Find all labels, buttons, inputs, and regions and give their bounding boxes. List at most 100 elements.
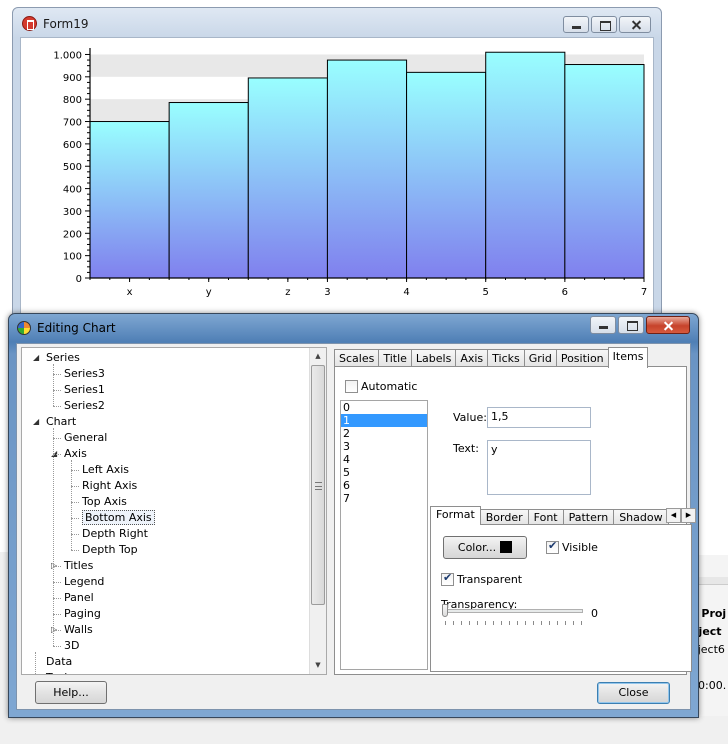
automatic-checkbox[interactable]	[345, 380, 358, 393]
tree-connector	[71, 550, 79, 551]
tree-item-tools[interactable]: Tools	[46, 670, 73, 674]
tree-item-left-axis[interactable]: Left Axis	[82, 462, 129, 478]
tree-connector	[53, 428, 54, 646]
tab-labels[interactable]: Labels	[410, 349, 457, 367]
tree-connector	[53, 646, 61, 647]
tree-item-label: Walls	[64, 623, 93, 636]
y-tick-label: 0	[76, 274, 82, 285]
chart-editor-icon	[17, 321, 31, 335]
list-item[interactable]: 6	[341, 479, 427, 492]
scroll-up-arrow-icon[interactable]: ▲	[310, 348, 326, 365]
tree-connector	[71, 502, 79, 503]
bar-x	[89, 121, 170, 279]
item-format-tabs: Format Border Font Pattern Shadow	[430, 506, 669, 525]
tree-item-data[interactable]: Data	[46, 654, 72, 670]
bar-3	[326, 59, 408, 279]
tab-border[interactable]: Border	[479, 509, 529, 525]
tab-position[interactable]: Position	[555, 349, 609, 367]
tree-scrollbar[interactable]: ▲ ▼	[309, 348, 326, 674]
tree-connector	[71, 486, 79, 487]
chart-area[interactable]: 0 100 200 300 400 500 600 700 800 900 1.000 x y z 3 4 5…	[20, 37, 654, 320]
tab-format[interactable]: Format	[430, 506, 481, 525]
list-item[interactable]: 7	[341, 492, 427, 505]
list-item[interactable]: 5	[341, 466, 427, 479]
tree-item-label: Series2	[64, 399, 105, 412]
value-input[interactable]: 1,5	[487, 407, 591, 428]
tree-item-titles[interactable]: Titles	[64, 558, 93, 574]
list-item[interactable]: 1	[341, 414, 427, 427]
x-tick-label: 6	[562, 287, 568, 298]
list-item[interactable]: 0	[341, 401, 427, 414]
form19-title: Form19	[43, 17, 89, 31]
collapse-triangle-icon[interactable]: ◢	[33, 414, 41, 430]
tree-item-label: Right Axis	[82, 479, 138, 492]
tree-connector	[53, 390, 61, 391]
tree-item-paging[interactable]: Paging	[64, 606, 101, 622]
minimize-button[interactable]	[563, 16, 589, 33]
list-item[interactable]: 3	[341, 440, 427, 453]
dialog-minimize-button[interactable]	[590, 316, 616, 334]
tree-connector	[53, 364, 54, 406]
tree-item-3d[interactable]: 3D	[64, 638, 79, 654]
tree-item-label: Titles	[64, 559, 94, 572]
tree-item-series1[interactable]: Series1	[64, 382, 105, 398]
tab-scroll-left-icon[interactable]: ◀	[666, 508, 681, 523]
tree-item-bottom-axis[interactable]: Bottom Axis	[82, 510, 155, 526]
chart-tree[interactable]: ▲ ▼ Series ◢ Series3 Series1 Series2 Chart ◢ Ge…	[21, 347, 327, 675]
maximize-button[interactable]	[591, 16, 617, 33]
tree-item-label: Legend	[64, 575, 105, 588]
list-item[interactable]: 4	[341, 453, 427, 466]
tab-items[interactable]: Items	[607, 347, 649, 368]
tree-item-series3[interactable]: Series3	[64, 366, 105, 382]
dialog-close-x-button[interactable]	[646, 316, 690, 334]
tree-item-general[interactable]: General	[64, 430, 107, 446]
tab-scales[interactable]: Scales	[334, 349, 380, 367]
items-list[interactable]: 01234567	[340, 400, 428, 670]
tab-scroll-right-icon[interactable]: ▶	[681, 508, 696, 523]
tab-grid[interactable]: Grid	[523, 349, 557, 367]
tree-item-series[interactable]: Series	[46, 350, 80, 366]
transparency-slider[interactable]	[431, 541, 631, 641]
tree-item-series2[interactable]: Series2	[64, 398, 105, 414]
tree-item-label: Depth Top	[82, 543, 138, 556]
tree-item-right-axis[interactable]: Right Axis	[82, 478, 137, 494]
automatic-label: Automatic	[361, 380, 418, 393]
y-tick-label: 400	[63, 185, 82, 196]
bar-z	[247, 77, 328, 279]
tree-connector	[53, 406, 61, 407]
tab-font[interactable]: Font	[527, 509, 564, 525]
list-item[interactable]: 2	[341, 427, 427, 440]
dialog-maximize-button[interactable]	[618, 316, 644, 334]
help-button[interactable]: Help...	[35, 681, 107, 704]
text-input[interactable]: y	[487, 440, 591, 495]
tree-item-chart[interactable]: Chart	[46, 414, 76, 430]
bar-6	[564, 64, 645, 279]
tree-item-panel[interactable]: Panel	[64, 590, 94, 606]
tree-item-depth-top[interactable]: Depth Top	[82, 542, 138, 558]
tree-item-walls[interactable]: Walls	[64, 622, 93, 638]
collapse-triangle-icon[interactable]: ◢	[33, 350, 41, 366]
tree-item-legend[interactable]: Legend	[64, 574, 104, 590]
close-window-button[interactable]	[619, 16, 651, 33]
tree-item-axis[interactable]: Axis	[64, 446, 87, 462]
scroll-thumb[interactable]	[311, 365, 325, 605]
slider-thumb[interactable]	[442, 604, 448, 617]
close-button[interactable]: Close	[597, 682, 670, 704]
tab-axis[interactable]: Axis	[455, 349, 489, 367]
tab-shadow[interactable]: Shadow	[613, 509, 669, 525]
tree-item-label: Data	[46, 655, 73, 668]
tree-item-depth-right[interactable]: Depth Right	[82, 526, 148, 542]
tab-ticks[interactable]: Ticks	[487, 349, 525, 367]
y-tick-label: 300	[63, 207, 82, 218]
tab-pattern[interactable]: Pattern	[562, 509, 615, 525]
axis-tabs: Scales Title Labels Axis Ticks Grid Position It…	[334, 347, 649, 368]
tree-item-top-axis[interactable]: Top Axis	[82, 494, 127, 510]
tab-title[interactable]: Title	[378, 349, 412, 367]
tree-item-label: Series	[46, 351, 80, 364]
bar-5	[485, 51, 566, 279]
y-tick-label: 900	[63, 73, 82, 84]
tree-connector	[71, 470, 79, 471]
bar-chart[interactable]: 0 100 200 300 400 500 600 700 800 900 1.000 x y z 3 4 5…	[21, 38, 653, 319]
tree-item-label: Bottom Axis	[82, 510, 155, 525]
scroll-down-arrow-icon[interactable]: ▼	[310, 657, 326, 674]
